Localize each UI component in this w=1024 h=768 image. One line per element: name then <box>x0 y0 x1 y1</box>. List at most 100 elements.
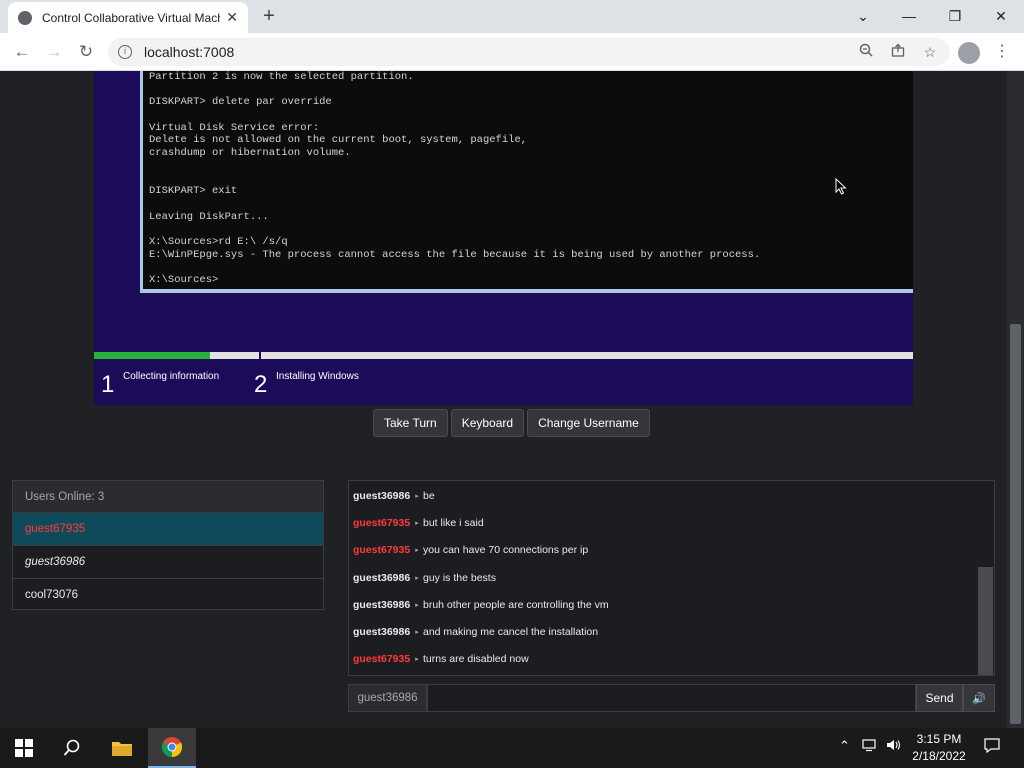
chat-panel: guest36986 ▸ be guest67935 ▸ but like i said g… <box>348 480 995 676</box>
page-scrollbar[interactable] <box>1007 71 1024 728</box>
globe-icon <box>18 10 32 25</box>
browser-tab[interactable]: Control Collaborative Virtual Machine ✕ <box>8 2 248 33</box>
page-content: Partition 2 is now the selected partitio… <box>0 71 1024 728</box>
command-prompt-window: Partition 2 is now the selected partitio… <box>140 71 913 293</box>
console-line: DISKPART> exit <box>149 185 238 198</box>
menu-kebab-icon[interactable]: ⋮ <box>992 41 1012 63</box>
minimize-button[interactable]: — <box>894 4 924 28</box>
chat-message-user[interactable]: guest67935 <box>353 544 411 556</box>
chat-message-user[interactable]: guest67935 <box>353 653 411 665</box>
setup-step-1-number: 1 <box>101 371 115 398</box>
network-icon[interactable] <box>862 738 878 755</box>
chrome-taskbar-icon[interactable] <box>148 728 196 768</box>
change-username-button[interactable]: Change Username <box>527 409 650 437</box>
url-text: localhost:7008 <box>144 44 235 60</box>
maximize-button[interactable]: ❐ <box>940 4 970 28</box>
taskbar-clock[interactable]: 3:15 PM 2/18/2022 <box>906 731 972 765</box>
page-scrollbar-thumb[interactable] <box>1010 324 1021 724</box>
chat-message-user[interactable]: guest67935 <box>353 517 411 529</box>
chat-message-input[interactable] <box>427 684 916 712</box>
profile-avatar-icon[interactable] <box>958 42 980 64</box>
user-list-item[interactable]: guest67935 <box>13 513 323 546</box>
browser-toolbar: ← → ↻ i localhost:7008 ☆ ⋮ <box>0 33 1024 71</box>
tab-strip: Control Collaborative Virtual Machine ✕ … <box>0 0 1024 33</box>
search-icon[interactable] <box>48 728 96 768</box>
reload-button[interactable]: ↻ <box>74 40 98 64</box>
chat-message: guest36986 ▸ bruh other people are control… <box>353 598 609 612</box>
chat-username-label: guest36986 <box>348 684 427 712</box>
keyboard-button[interactable]: Keyboard <box>450 409 525 437</box>
user-list-item[interactable]: cool73076 <box>13 579 323 612</box>
windows-taskbar: ⌃ 3:15 PM 2/18/2022 <box>0 728 1024 768</box>
file-explorer-icon[interactable] <box>98 728 146 768</box>
setup-progress-step-1 <box>94 352 259 359</box>
setup-step-2-number: 2 <box>254 371 268 398</box>
close-window-button[interactable]: ✕ <box>986 4 1016 28</box>
chat-message-user[interactable]: guest36986 <box>353 572 411 584</box>
clock-time: 3:15 PM <box>916 732 962 746</box>
chat-arrow-icon: ▸ <box>415 602 419 609</box>
chat-message-text: turns are disabled now <box>423 653 529 665</box>
chat-arrow-icon: ▸ <box>415 629 419 636</box>
setup-progress-step-2 <box>261 352 913 359</box>
volume-icon[interactable]: 🔊 <box>963 684 995 712</box>
chat-message-text: bruh other people are controlling the vm <box>423 599 609 611</box>
vm-screen[interactable]: Partition 2 is now the selected partitio… <box>94 71 913 405</box>
chat-arrow-icon: ▸ <box>415 493 419 500</box>
speaker-icon[interactable] <box>886 738 902 755</box>
chat-message-user[interactable]: guest36986 <box>353 599 411 611</box>
back-button[interactable]: ← <box>10 40 34 64</box>
chat-input-row: guest36986 Send 🔊 <box>348 684 995 712</box>
mouse-cursor-icon <box>835 178 847 195</box>
users-online-panel: Users Online: 3 guest67935 guest36986 co… <box>12 480 324 610</box>
tab-search-button[interactable]: ⌄ <box>848 4 878 28</box>
tab-title: Control Collaborative Virtual Machine <box>42 10 221 25</box>
console-line: X:\Sources> <box>149 274 219 286</box>
chat-message-user[interactable]: guest36986 <box>353 626 411 638</box>
chat-message-text: guy is the bests <box>423 572 496 584</box>
share-icon[interactable] <box>888 42 908 62</box>
chat-arrow-icon: ▸ <box>415 520 419 527</box>
close-tab-icon[interactable]: ✕ <box>226 9 238 26</box>
console-line: Leaving DiskPart... <box>149 210 269 223</box>
chat-message: guest67935 ▸ but like i said <box>353 516 484 530</box>
vm-controls: Take Turn Keyboard Change Username <box>373 409 650 437</box>
setup-progress-fill-1 <box>94 352 210 359</box>
chat-message: guest67935 ▸ you can have 70 connections p… <box>353 543 588 557</box>
send-button[interactable]: Send <box>916 684 963 712</box>
setup-step-2-label: Installing Windows <box>276 371 359 382</box>
forward-button[interactable]: → <box>42 40 66 64</box>
user-list-item[interactable]: guest36986 <box>13 546 323 579</box>
chat-message-text: be <box>423 490 435 502</box>
chat-message-user[interactable]: guest36986 <box>353 490 411 502</box>
chat-message: guest67935 ▸ turns are disabled now <box>353 652 529 666</box>
console-line: E:\WinPEpge.sys - The process cannot acc… <box>149 248 761 261</box>
zoom-icon[interactable] <box>856 42 876 62</box>
chat-arrow-icon: ▸ <box>415 575 419 582</box>
console-line: Delete is not allowed on the current boo… <box>149 134 528 147</box>
clock-date: 2/18/2022 <box>912 749 966 763</box>
chat-message: guest36986 ▸ and making me cancel the inst… <box>353 625 598 639</box>
site-info-icon[interactable]: i <box>118 45 132 59</box>
bookmark-star-icon[interactable]: ☆ <box>920 42 940 62</box>
chat-scrollbar-thumb[interactable] <box>978 567 993 675</box>
chevron-up-icon[interactable]: ⌃ <box>839 738 850 754</box>
console-line: Virtual Disk Service error: <box>149 121 320 134</box>
address-bar[interactable]: i localhost:7008 ☆ <box>108 38 950 66</box>
chat-message: guest36986 ▸ be <box>353 489 435 503</box>
chat-arrow-icon: ▸ <box>415 656 419 663</box>
notifications-icon[interactable] <box>984 738 1000 756</box>
windows-start-icon[interactable] <box>0 728 48 768</box>
chat-message-text: you can have 70 connections per ip <box>423 544 589 556</box>
new-tab-button[interactable]: + <box>258 5 280 27</box>
chat-message-text: and making me cancel the installation <box>423 626 599 638</box>
take-turn-button[interactable]: Take Turn <box>373 409 448 437</box>
console-line: X:\Sources>rd E:\ /s/q <box>149 235 288 248</box>
